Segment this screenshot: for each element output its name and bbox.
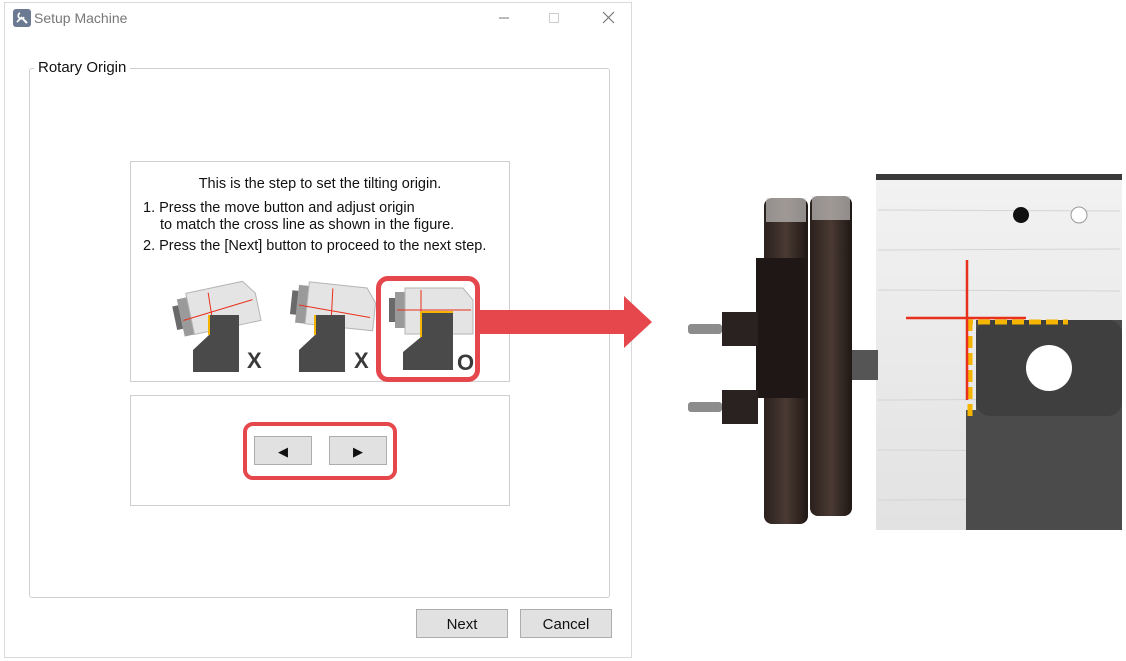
group-legend: Rotary Origin: [34, 59, 131, 76]
figure-label-2: X: [354, 348, 369, 373]
figure-label-1: X: [247, 348, 262, 373]
instruction-step1: 1. Press the move button and adjust orig…: [143, 200, 415, 216]
close-icon: [602, 11, 615, 24]
instruction-step1-cont: to match the cross line as shown in the …: [160, 217, 455, 233]
close-button[interactable]: [583, 3, 633, 33]
move-right-button[interactable]: ▶: [329, 436, 387, 465]
maximize-icon: [549, 13, 559, 23]
next-button[interactable]: Next: [416, 609, 508, 638]
title-bar: Setup Machine: [5, 3, 631, 33]
window-title: Setup Machine: [34, 10, 128, 26]
setup-tools-icon: [13, 9, 31, 27]
cancel-button[interactable]: Cancel: [520, 609, 612, 638]
zoomed-origin-detail-image: [688, 174, 1122, 530]
move-button-panel: ◀ ▶: [130, 395, 510, 506]
correct-figure-highlight: [376, 276, 480, 382]
maximize-button[interactable]: [530, 3, 580, 33]
instruction-title: This is the step to set the tilting orig…: [198, 176, 442, 192]
minimize-icon: [499, 17, 509, 19]
instruction-panel: This is the step to set the tilting orig…: [130, 161, 510, 382]
move-left-button[interactable]: ◀: [254, 436, 312, 465]
instruction-step2: 2. Press the [Next] button to proceed to…: [143, 238, 487, 254]
minimize-button[interactable]: [480, 3, 530, 33]
